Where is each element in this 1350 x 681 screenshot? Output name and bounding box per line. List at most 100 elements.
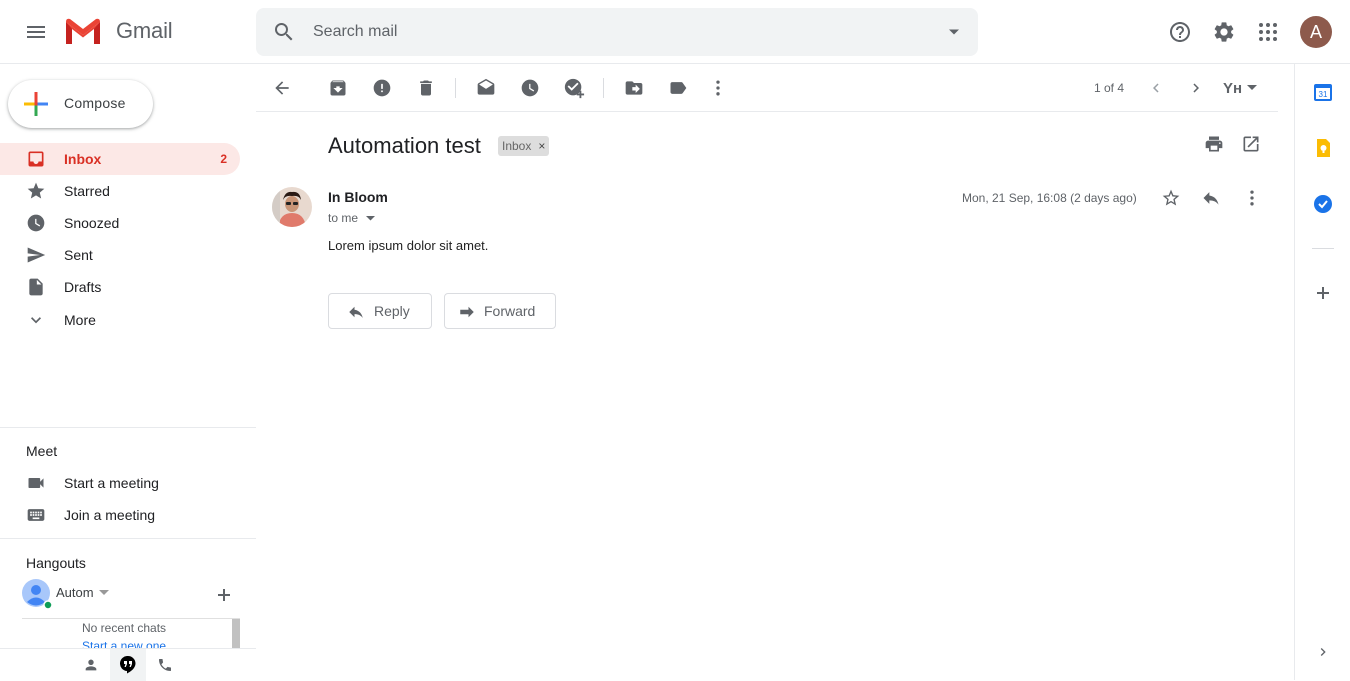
draft-icon	[26, 277, 46, 297]
hangouts-section-title: Hangouts	[26, 555, 86, 571]
email-subject: Automation test	[328, 133, 481, 158]
video-camera-icon	[26, 473, 46, 493]
new-conversation-plus-icon[interactable]	[216, 587, 232, 603]
reply-icon[interactable]	[1201, 188, 1223, 210]
back-arrow-icon[interactable]	[270, 76, 294, 100]
toolbar-separator	[455, 78, 456, 98]
contacts-person-icon[interactable]	[73, 649, 109, 681]
side-panel: 31	[1294, 64, 1350, 680]
nav-item-inbox[interactable]: Inbox 2	[0, 143, 240, 175]
nav-item-sent[interactable]: Sent	[0, 239, 240, 271]
delete-trash-icon[interactable]	[414, 76, 438, 100]
nav-label: More	[64, 312, 96, 328]
nav-label: Inbox	[64, 151, 102, 167]
sender-name[interactable]: In Bloom	[328, 189, 388, 205]
open-in-new-window-icon[interactable]	[1241, 134, 1265, 158]
search-bar	[256, 8, 978, 56]
nav-label: Sent	[64, 247, 93, 263]
tasks-check-icon[interactable]	[1311, 192, 1335, 216]
expand-panel-chevron-icon[interactable]	[1311, 640, 1335, 664]
clock-icon	[26, 213, 46, 233]
start-meeting-label: Start a meeting	[64, 475, 159, 491]
join-meeting-label: Join a meeting	[64, 507, 156, 523]
calendar-icon[interactable]: 31	[1311, 80, 1335, 104]
chevron-down-icon	[26, 310, 46, 330]
keep-notes-icon[interactable]	[1311, 136, 1335, 160]
search-input[interactable]	[313, 8, 913, 56]
phone-call-icon[interactable]	[147, 649, 183, 681]
gmail-logo-icon[interactable]	[64, 17, 102, 46]
hangouts-chat-icon[interactable]	[110, 649, 146, 681]
compose-button[interactable]: Compose	[8, 80, 153, 128]
forward-button-label: Forward	[484, 303, 536, 319]
settings-gear-icon[interactable]	[1204, 12, 1244, 52]
recipients-label: to me	[328, 211, 359, 225]
compose-label: Compose	[64, 95, 126, 111]
nav-item-drafts[interactable]: Drafts	[0, 271, 240, 303]
compose-plus-icon	[24, 92, 48, 116]
inbox-label-chip[interactable]: Inbox ×	[498, 136, 550, 156]
label-chip-text: Inbox	[502, 139, 532, 153]
recipients-text[interactable]: to me	[328, 211, 376, 225]
search-options-dropdown-icon[interactable]	[948, 26, 960, 38]
star-icon	[26, 181, 46, 201]
reply-button-label: Reply	[374, 303, 410, 319]
add-to-tasks-icon[interactable]	[562, 76, 586, 100]
chats-scrollbar[interactable]	[232, 619, 240, 648]
label-tag-icon[interactable]	[666, 76, 690, 100]
sender-avatar[interactable]	[272, 187, 312, 227]
more-options-vertical-icon[interactable]	[706, 76, 730, 100]
calendar-day-number: 31	[1319, 90, 1328, 99]
move-to-icon[interactable]	[622, 76, 646, 100]
mark-unread-icon[interactable]	[474, 76, 498, 100]
nav-item-starred[interactable]: Starred	[0, 175, 240, 207]
print-icon[interactable]	[1204, 134, 1228, 158]
section-divider	[0, 538, 256, 539]
inbox-icon	[26, 149, 46, 169]
pagination-count: 1 of 4	[1094, 81, 1125, 95]
hangouts-user-avatar[interactable]	[22, 579, 52, 609]
nav-label: Snoozed	[64, 215, 120, 231]
unread-count-badge: 2	[220, 152, 227, 166]
hangouts-user-name[interactable]: Autom	[56, 585, 94, 600]
search-icon[interactable]	[272, 20, 296, 44]
message-date: Mon, 21 Sep, 16:08 (2 days ago)	[962, 191, 1137, 205]
top-header: Gmail A	[0, 0, 1350, 64]
meet-section-title: Meet	[26, 443, 58, 459]
apps-grid-icon[interactable]	[1248, 12, 1288, 52]
message-body: Lorem ipsum dolor sit amet.	[328, 238, 489, 253]
section-divider	[0, 427, 256, 428]
toolbar-separator	[603, 78, 604, 98]
keyboard-icon	[26, 505, 46, 525]
forward-button[interactable]: Forward	[444, 293, 556, 329]
star-message-icon[interactable]	[1161, 188, 1183, 210]
start-new-chat-link[interactable]: Start a new one	[82, 639, 166, 648]
help-icon[interactable]	[1160, 12, 1200, 52]
input-tools-button[interactable]: Yн	[1222, 76, 1258, 100]
recent-chats-list: No recent chats Start a new one	[22, 618, 240, 648]
remove-label-icon[interactable]: ×	[538, 136, 545, 156]
nav-label: Starred	[64, 183, 110, 199]
newer-chevron-left-icon[interactable]	[1144, 76, 1168, 100]
message-more-options-icon[interactable]	[1242, 188, 1264, 210]
no-recent-chats-text: No recent chats	[82, 621, 167, 635]
input-tools-label: Yн	[1222, 79, 1243, 97]
nav-item-more[interactable]: More	[0, 304, 240, 336]
archive-icon[interactable]	[326, 76, 350, 100]
main-menu-icon[interactable]	[12, 8, 60, 56]
snooze-clock-icon[interactable]	[518, 76, 542, 100]
get-addons-plus-icon[interactable]	[1311, 281, 1335, 305]
account-avatar[interactable]: A	[1300, 16, 1332, 48]
nav-item-snoozed[interactable]: Snoozed	[0, 207, 240, 239]
hangouts-bottom-bar	[0, 648, 256, 681]
hangouts-status-dropdown-icon[interactable]	[99, 590, 109, 596]
reply-arrow-icon	[347, 303, 365, 321]
send-icon	[26, 245, 46, 265]
start-meeting-item[interactable]: Start a meeting	[0, 467, 240, 499]
join-meeting-item[interactable]: Join a meeting	[0, 499, 240, 531]
forward-arrow-icon	[458, 303, 476, 321]
older-chevron-right-icon[interactable]	[1184, 76, 1208, 100]
reply-button[interactable]: Reply	[328, 293, 432, 329]
report-spam-icon[interactable]	[370, 76, 394, 100]
app-name: Gmail	[116, 18, 173, 43]
